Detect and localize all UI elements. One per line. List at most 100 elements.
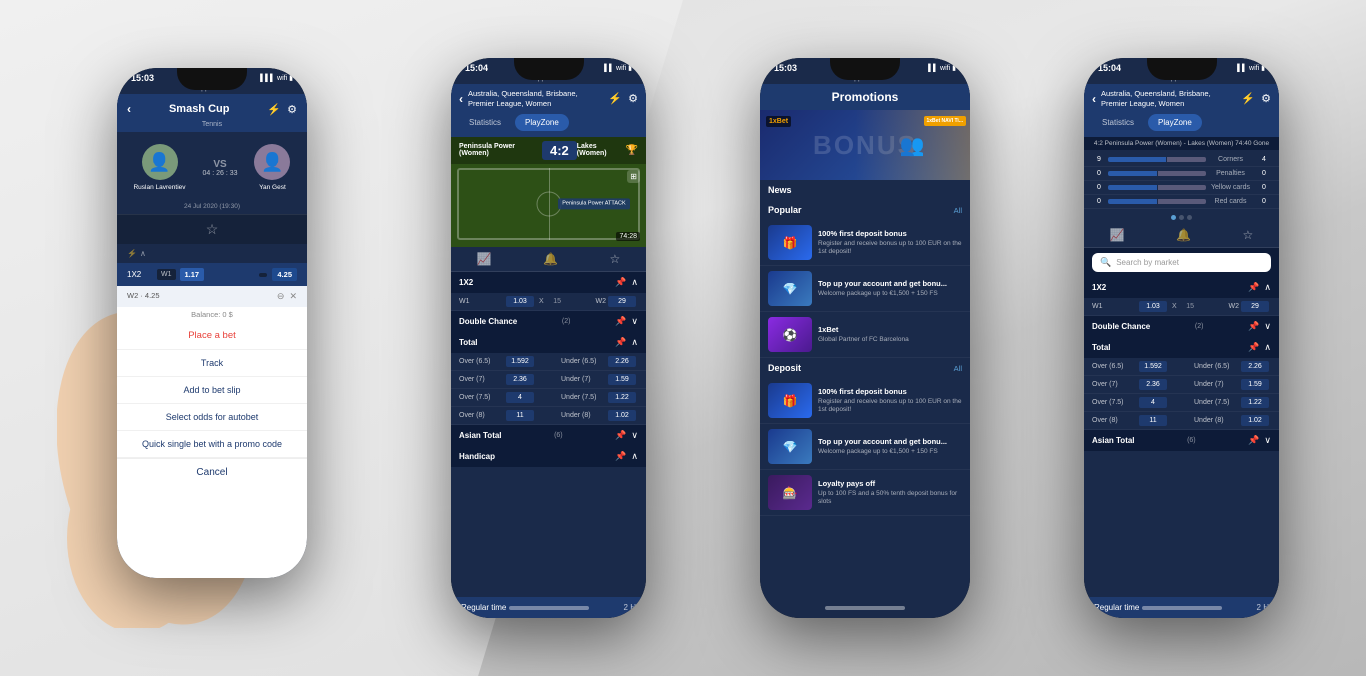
pin-icon4[interactable]: 📌 [1248,282,1259,293]
promo-item-3-3[interactable]: ⚽ 1xBet Global Partner of FC Barcelona [760,312,970,358]
expand-icon-d4[interactable]: ∨ [1264,321,1271,332]
bet-section-1x2-header4: 1X2 📌 ∧ [1084,277,1279,298]
dep-item-2-3[interactable]: 💎 Top up your account and get bonu... We… [760,424,970,470]
red-label4: Red cards [1206,198,1255,205]
odds-under-8-4[interactable]: 1.02 [1241,415,1269,426]
total-row-6_5-4: Over (6.5) 1.592 Under (6.5) 2.26 [1084,358,1279,376]
odds-under-7-2[interactable]: 1.59 [608,374,636,385]
odds-under-7-4[interactable]: 1.59 [1241,379,1269,390]
stats-icon4[interactable]: 📈 [1110,228,1125,242]
w1-label[interactable]: W1 [157,269,176,280]
expand-icon-a4[interactable]: ∨ [1264,435,1271,446]
corners-bar-right4 [1167,157,1206,162]
pin-icon-h2[interactable]: 📌 [615,451,626,462]
under-8-label4: Under (8) [1194,417,1239,424]
collapse-icon4[interactable]: ∧ [1264,282,1271,293]
odds-under-7_5-4[interactable]: 1.22 [1241,397,1269,408]
wifi-icon4: wifi [1249,65,1259,72]
dep-promo3-title3: Loyalty pays off [818,479,962,488]
odds-w2-4[interactable]: 29 [1241,301,1269,312]
quick-single-bet-button[interactable]: Quick single bet with a promo code [117,431,307,458]
odds-under-7_5-2[interactable]: 1.22 [608,392,636,403]
star-icon4[interactable]: ☆ [1243,228,1254,242]
odds-over-7-2[interactable]: 2.36 [506,374,534,385]
odds-under-6_5-4[interactable]: 2.26 [1241,361,1269,372]
odds-x-4[interactable]: 15 [1186,303,1194,310]
odds-w2-2[interactable]: 29 [608,296,636,307]
odds-under-8-2[interactable]: 1.02 [608,410,636,421]
total-label2: Total [459,338,478,347]
phone2-bet-scroll[interactable]: 1X2 📌 ∧ W1 1.03 X 15 W2 29 [451,272,646,619]
expand-icon-t4[interactable]: ∧ [1264,342,1271,353]
tab-playzone2[interactable]: PlayZone [515,114,569,131]
track-button[interactable]: Track [117,350,307,377]
gear-icon4[interactable]: ⚙ [1261,92,1271,105]
expand-icon-t2[interactable]: ∧ [631,337,638,348]
bet-expand-icon[interactable]: ⚡ [127,249,137,258]
odds-over-6_5-4[interactable]: 1.592 [1139,361,1167,372]
odds-up-icon[interactable]: ∧ [140,249,146,258]
add-to-bet-slip-button[interactable]: Add to bet slip [117,377,307,404]
pin-icon-t4[interactable]: 📌 [1248,342,1259,353]
phone4-bottom-icons: 📈 🔔 ☆ [1084,223,1279,248]
popular-all3[interactable]: All [954,206,962,215]
odds-over-8-4[interactable]: 11 [1139,415,1167,426]
phone3-notch [830,58,900,80]
team1-name2: Peninsula Power (Women) [459,143,542,157]
bet-close-icon[interactable]: ✕ [289,291,297,302]
odds-over-7-4[interactable]: 2.36 [1139,379,1167,390]
news-section3: News [760,180,970,200]
back-icon[interactable]: ‹ [127,102,131,116]
odds-under-6_5-2[interactable]: 2.26 [608,356,636,367]
odds-over-8-2[interactable]: 11 [506,410,534,421]
back-icon2[interactable]: ‹ [459,92,463,106]
view-toggle2[interactable]: ⊞ [627,170,640,183]
pin-icon-a2[interactable]: 📌 [615,430,626,441]
tab-statistics4[interactable]: Statistics [1092,114,1144,131]
promo-item-1-3[interactable]: 🎁 100% first deposit bonus Register and … [760,220,970,266]
pin-icon2[interactable]: 📌 [615,277,626,288]
select-odds-button[interactable]: Select odds for autobet [117,404,307,431]
collapse-icon2[interactable]: ∧ [631,277,638,288]
star-icon[interactable]: ☆ [206,221,219,238]
place-bet-button[interactable]: Place a bet [117,322,307,350]
tab-statistics2[interactable]: Statistics [459,114,511,131]
pin-icon-d2[interactable]: 📌 [615,316,626,327]
odds-x-2[interactable]: 15 [553,298,561,305]
bet-minimize-icon[interactable]: ⊖ [277,291,285,302]
odds-w1-2[interactable]: 1.03 [506,296,534,307]
gear-icon[interactable]: ⚙ [287,103,297,116]
odds-over-6_5-2[interactable]: 1.592 [506,356,534,367]
bolt-icon2[interactable]: ⚡ [608,92,622,105]
gear-icon2[interactable]: ⚙ [628,92,638,105]
odds-over-7_5-4[interactable]: 4 [1139,397,1167,408]
odds-w1-value[interactable]: 1.17 [180,268,205,281]
deposit-all3[interactable]: All [954,364,962,373]
phone4-bet-scroll[interactable]: 1X2 📌 ∧ W1 1.03 X 15 W2 29 [1084,277,1279,619]
star-icon2[interactable]: ☆ [610,252,621,266]
phone3-status-icons: ▌▌ wifi ▮ [928,64,956,72]
phone1-screen: 15:03 ▌▌▌ wifi ▮ App Store ‹ Smash Cup [117,68,307,578]
stats-icon2[interactable]: 📈 [477,252,492,266]
odds-w2-value[interactable]: 4.25 [272,268,297,281]
bell-icon2[interactable]: 🔔 [543,252,558,266]
expand-icon-a2[interactable]: ∨ [631,430,638,441]
pin-icon-t2[interactable]: 📌 [615,337,626,348]
bell-icon4[interactable]: 🔔 [1176,228,1191,242]
cancel-button[interactable]: Cancel [117,458,307,486]
bolt-icon4[interactable]: ⚡ [1241,92,1255,105]
search-input4[interactable]: 🔍 Search by market [1092,253,1271,272]
dep-item-3-3[interactable]: 🎰 Loyalty pays off Up to 100 FS and a 50… [760,470,970,516]
bolt-icon[interactable]: ⚡ [267,103,281,116]
odds-w1-4[interactable]: 1.03 [1139,301,1167,312]
tab-playzone4[interactable]: PlayZone [1148,114,1202,131]
w2-label[interactable] [259,273,267,277]
dep-item-1-3[interactable]: 🎁 100% first deposit bonus Register and … [760,378,970,424]
pin-icon-d4[interactable]: 📌 [1248,321,1259,332]
odds-over-7_5-2[interactable]: 4 [506,392,534,403]
expand-icon-d2[interactable]: ∨ [631,316,638,327]
promo-item-2-3[interactable]: 💎 Top up your account and get bonu... We… [760,266,970,312]
expand-icon-h2[interactable]: ∧ [631,451,638,462]
pin-icon-a4[interactable]: 📌 [1248,435,1259,446]
back-icon4[interactable]: ‹ [1092,92,1096,106]
